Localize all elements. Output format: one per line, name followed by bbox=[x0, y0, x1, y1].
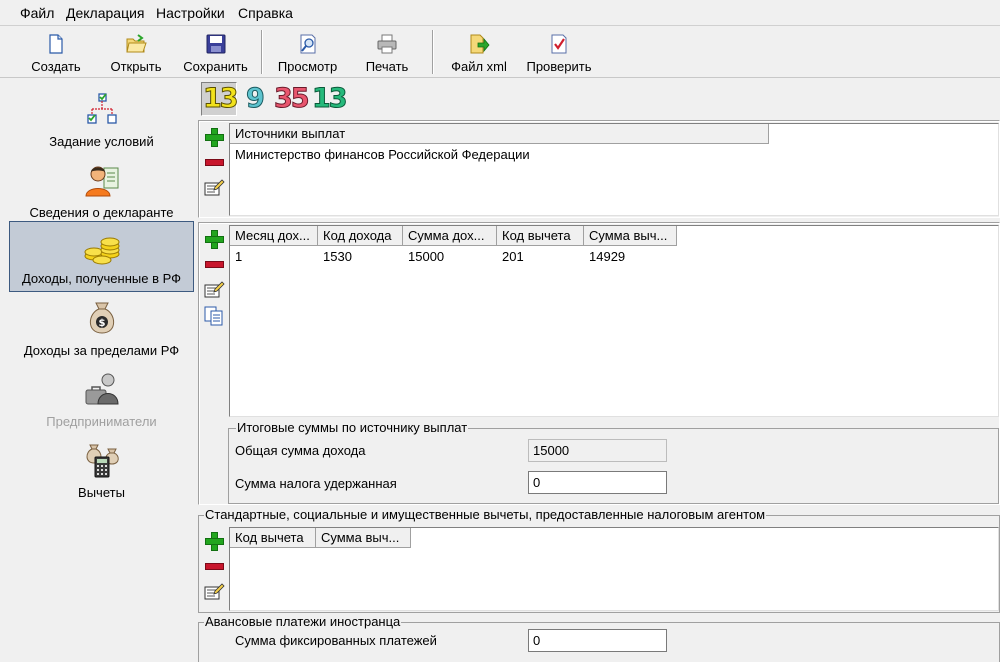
income-cell-deduction-code[interactable]: 201 bbox=[497, 247, 529, 266]
edit-deduction-icon[interactable] bbox=[203, 581, 225, 603]
income-column-month[interactable]: Месяц дох... bbox=[230, 226, 318, 246]
toolbar: Создать Открыть Сохранить Просмотр Печат… bbox=[0, 27, 1000, 78]
sidebar-item-label: Вычеты bbox=[78, 485, 125, 500]
remove-deduction-icon[interactable] bbox=[203, 555, 225, 577]
sidebar-item-declarant[interactable]: Сведения о декларанте bbox=[9, 156, 194, 227]
menu-declaration[interactable]: Декларация bbox=[66, 5, 145, 21]
printer-icon bbox=[377, 34, 397, 54]
income-cell-deduction-sum[interactable]: 14929 bbox=[584, 247, 630, 266]
tax-withheld-field[interactable]: 0 bbox=[528, 471, 667, 494]
deductions-title: Стандартные, социальные и имущественные … bbox=[204, 507, 767, 522]
fixed-payments-field[interactable]: 0 bbox=[528, 629, 667, 652]
calculator-money-icon bbox=[86, 444, 119, 478]
open-label: Открыть bbox=[110, 59, 162, 74]
print-label: Печать bbox=[365, 59, 409, 74]
check-document-icon bbox=[551, 34, 567, 54]
sidebar-item-conditions[interactable]: Задание условий bbox=[9, 86, 194, 157]
income-cell-month[interactable]: 1 bbox=[230, 247, 247, 266]
open-folder-icon bbox=[126, 34, 147, 53]
create-button[interactable]: Создать bbox=[20, 27, 92, 77]
menu-help[interactable]: Справка bbox=[238, 5, 293, 21]
income-cell-income-sum[interactable]: 15000 bbox=[403, 247, 449, 266]
tax-withheld-label: Сумма налога удержанная bbox=[235, 476, 397, 491]
add-income-icon[interactable] bbox=[203, 228, 224, 249]
print-button[interactable]: Печать bbox=[352, 27, 422, 77]
businessman-icon bbox=[85, 373, 119, 405]
edit-source-icon[interactable] bbox=[203, 177, 225, 199]
sidebar-item-label: Доходы, полученные в РФ bbox=[21, 271, 182, 286]
svg-text:$: $ bbox=[98, 318, 105, 329]
preview-label: Просмотр bbox=[277, 59, 338, 74]
save-button[interactable]: Сохранить bbox=[178, 27, 253, 77]
add-deduction-icon[interactable] bbox=[203, 530, 224, 551]
menu-file[interactable]: Файл bbox=[20, 5, 54, 21]
sources-grid[interactable]: Источники выплат Министерство финансов Р… bbox=[229, 123, 999, 216]
income-column-deduction-sum[interactable]: Сумма выч... bbox=[584, 226, 677, 246]
sidebar-item-label: Доходы за пределами РФ bbox=[23, 343, 180, 358]
check-label: Проверить bbox=[526, 59, 592, 74]
create-label: Создать bbox=[31, 59, 81, 74]
income-column-income-sum[interactable]: Сумма дох... bbox=[403, 226, 497, 246]
menu-settings[interactable]: Настройки bbox=[156, 5, 225, 21]
sidebar-item-label: Сведения о декларанте bbox=[29, 205, 174, 220]
preview-magnifier-icon bbox=[300, 34, 315, 54]
deductions-column-sum[interactable]: Сумма выч... bbox=[316, 528, 411, 548]
flowchart-icon bbox=[86, 93, 117, 124]
sidebar-item-income-rf[interactable]: Доходы, полученные в РФ bbox=[9, 221, 194, 292]
remove-income-icon[interactable] bbox=[203, 253, 225, 275]
menu-bar: Файл Декларация Настройки Справка bbox=[0, 0, 1000, 26]
edit-income-icon[interactable] bbox=[203, 279, 225, 301]
sidebar-item-deductions[interactable]: Вычеты bbox=[9, 435, 194, 506]
export-xml-icon bbox=[470, 34, 490, 54]
person-card-icon bbox=[84, 166, 118, 197]
sources-row[interactable]: Министерство финансов Российской Федерац… bbox=[230, 145, 535, 164]
income-grid[interactable]: Месяц дох... Код дохода Сумма дох... Код… bbox=[229, 225, 999, 417]
tax-rate-tab-9[interactable]: 9 bbox=[246, 82, 266, 116]
tax-rate-tab-35[interactable]: 35 bbox=[274, 82, 311, 116]
toolbar-separator bbox=[432, 30, 434, 74]
remove-source-icon[interactable] bbox=[203, 151, 225, 173]
total-income-label: Общая сумма дохода bbox=[235, 443, 366, 458]
floppy-disk-icon bbox=[206, 34, 225, 54]
copy-income-icon[interactable] bbox=[203, 305, 225, 327]
income-column-deduction-code[interactable]: Код вычета bbox=[497, 226, 584, 246]
income-column-income-code[interactable]: Код дохода bbox=[318, 226, 403, 246]
sidebar-item-entrepreneurs[interactable]: Предприниматели bbox=[9, 364, 194, 435]
add-source-icon[interactable] bbox=[203, 126, 224, 147]
foreigner-title: Авансовые платежи иностранца bbox=[204, 614, 402, 629]
deductions-column-code[interactable]: Код вычета bbox=[230, 528, 316, 548]
toolbar-separator bbox=[261, 30, 263, 74]
sidebar-item-label: Предприниматели bbox=[46, 414, 157, 429]
save-label: Сохранить bbox=[183, 59, 248, 74]
xml-file-label: Файл xml bbox=[451, 59, 507, 74]
preview-button[interactable]: Просмотр bbox=[270, 27, 345, 77]
total-income-field: 15000 bbox=[528, 439, 667, 462]
new-document-icon bbox=[49, 34, 63, 54]
tax-rate-tab-13[interactable]: 13 bbox=[203, 82, 240, 116]
sources-column-header[interactable]: Источники выплат bbox=[230, 124, 769, 144]
check-button[interactable]: Проверить bbox=[520, 27, 598, 77]
xml-file-button[interactable]: Файл xml bbox=[444, 27, 514, 77]
tax-rate-tabs: 13 9 35 13 bbox=[198, 82, 1000, 118]
deductions-grid[interactable]: Код вычета Сумма выч... bbox=[229, 527, 999, 611]
fixed-payments-label: Сумма фиксированных платежей bbox=[235, 633, 437, 648]
sidebar-item-label: Задание условий bbox=[49, 134, 154, 149]
money-bag-icon: $ bbox=[89, 302, 114, 334]
totals-title: Итоговые суммы по источнику выплат bbox=[236, 420, 469, 435]
sidebar-item-income-abroad[interactable]: $ Доходы за пределами РФ bbox=[9, 293, 194, 364]
income-cell-income-code[interactable]: 1530 bbox=[318, 247, 357, 266]
tax-rate-tab-13-nonresident[interactable]: 13 bbox=[312, 82, 349, 116]
coins-icon bbox=[84, 237, 119, 265]
open-button[interactable]: Открыть bbox=[100, 27, 172, 77]
sidebar: Задание условий Сведения о декларанте До… bbox=[0, 80, 197, 658]
